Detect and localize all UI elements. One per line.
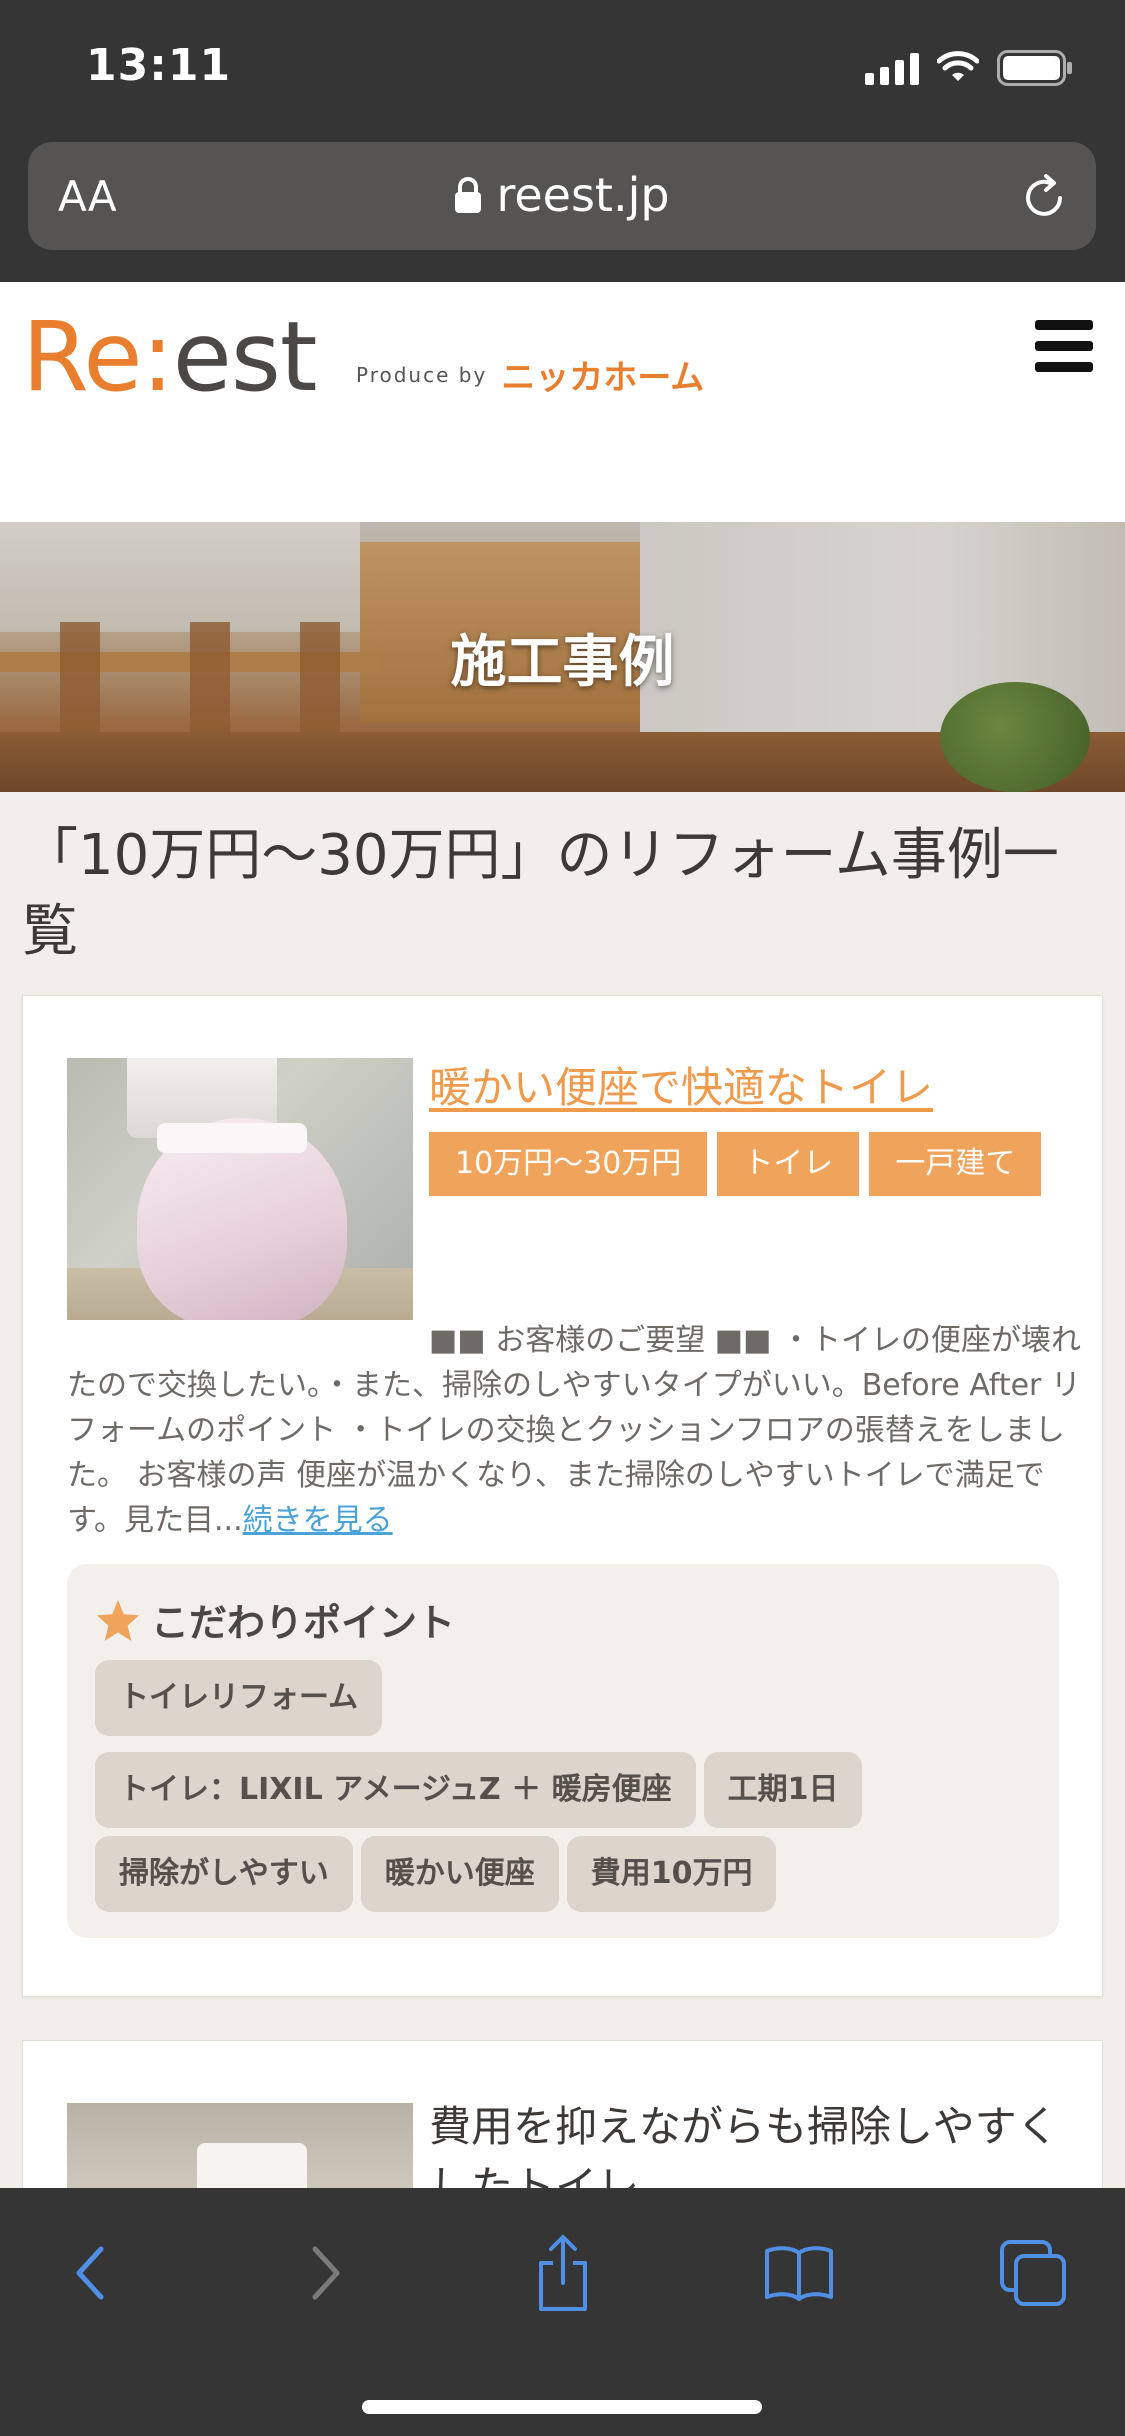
menu-icon[interactable] <box>1035 320 1093 372</box>
star-icon <box>96 1599 140 1641</box>
point-tag: 費用10万円 <box>566 1836 777 1912</box>
url-text: reest.jp <box>496 168 670 222</box>
wifi-icon <box>937 51 979 81</box>
point-tag: 暖かい便座 <box>360 1836 559 1912</box>
share-icon[interactable] <box>518 2228 608 2318</box>
read-more-link[interactable]: 続きを見る <box>243 1503 393 1538</box>
cellular-signal-icon <box>865 51 919 85</box>
home-indicator <box>362 2400 762 2414</box>
points-tags: トイレリフォーム トイレ：LIXIL アメージュZ ＋ 暖房便座 工期1日 掃除… <box>95 1660 1035 1912</box>
case-tags: 10万円〜30万円 トイレ 一戸建て <box>429 1132 1069 1196</box>
site-logo[interactable]: Re:est <box>22 301 318 413</box>
case-title-link[interactable]: 暖かい便座で快適なトイレ <box>429 1054 933 1115</box>
hero-title: 施工事例 <box>450 630 675 695</box>
case-tag[interactable]: トイレ <box>717 1132 860 1196</box>
bookmarks-icon[interactable] <box>754 2228 844 2318</box>
produce-by: Produce by ニッカホーム <box>356 350 704 399</box>
logo-colon: : <box>141 301 173 413</box>
lock-icon <box>455 176 482 213</box>
case-tag[interactable]: 10万円〜30万円 <box>429 1132 708 1196</box>
browser-url-area: AA reest.jp <box>0 140 1125 282</box>
points-box: こだわりポイント トイレリフォーム トイレ：LIXIL アメージュZ ＋ 暖房便… <box>67 1564 1059 1938</box>
browser-toolbar <box>0 2188 1125 2436</box>
point-tag: 掃除がしやすい <box>95 1836 353 1912</box>
hero-banner: 施工事例 <box>0 522 1125 792</box>
case-tag[interactable]: 一戸建て <box>869 1132 1042 1196</box>
point-tag: トイレリフォーム <box>95 1660 383 1736</box>
case-excerpt-text: ■■ お客様のご要望 ■■ ・トイレの便座が壊れたので交換したい。・また、掃除の… <box>67 1323 1081 1538</box>
case-card: 暖かい便座で快適なトイレ 10万円〜30万円 トイレ 一戸建て ■■ お客様のご… <box>22 995 1103 1997</box>
points-heading: こだわりポイント <box>95 1592 455 1647</box>
url-display[interactable]: reest.jp <box>28 168 1096 222</box>
reload-icon[interactable] <box>1020 170 1070 222</box>
battery-icon <box>997 50 1072 86</box>
app-root: 13:11 AA reest.jp Re:est Produce by ニッカホ… <box>0 0 1125 2436</box>
forward-icon[interactable] <box>280 2228 370 2318</box>
point-tag: トイレ：LIXIL アメージュZ ＋ 暖房便座 <box>95 1752 696 1828</box>
site-header: Re:est Produce by ニッカホーム <box>0 282 1125 522</box>
address-bar[interactable]: AA reest.jp <box>28 142 1096 250</box>
page-title: 「10万円〜30万円」のリフォーム事例一覧 <box>22 823 1059 964</box>
logo-est: est <box>172 301 318 413</box>
status-icons <box>865 46 1073 90</box>
case-excerpt: ■■ お客様のご要望 ■■ ・トイレの便座が壊れたので交換したい。・また、掃除の… <box>67 1318 1087 1543</box>
case-thumbnail[interactable] <box>67 1058 413 1320</box>
produce-by-label: Produce by <box>356 362 488 387</box>
points-title: こだわりポイント <box>151 1601 456 1645</box>
point-tag: 工期1日 <box>703 1752 863 1828</box>
back-icon[interactable] <box>46 2228 136 2318</box>
tabs-icon[interactable] <box>988 2228 1078 2318</box>
maker-logo: ニッカホーム <box>501 358 705 398</box>
status-time: 13:11 <box>86 40 232 91</box>
logo-re: Re <box>22 301 142 413</box>
status-bar: 13:11 <box>0 0 1125 140</box>
